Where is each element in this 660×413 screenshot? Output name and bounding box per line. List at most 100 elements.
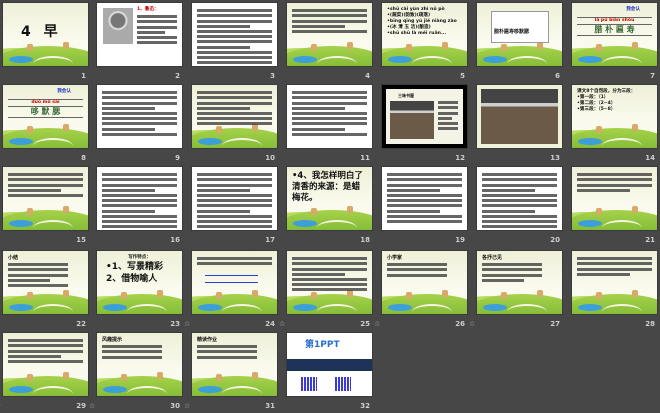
text-line bbox=[197, 225, 272, 229]
slide-thumbnail-3[interactable] bbox=[192, 3, 277, 66]
slide-content: 小结 bbox=[8, 255, 68, 289]
text-line bbox=[197, 50, 272, 54]
slide-thumbnail-22[interactable]: 小结 bbox=[3, 251, 88, 314]
slide-thumbnail-21[interactable] bbox=[572, 167, 657, 230]
slide-thumbnail-6[interactable]: 腊朴匾寿哆默腮 bbox=[477, 3, 562, 66]
path-decoration bbox=[33, 220, 73, 230]
slide-thumbnail-24[interactable] bbox=[192, 251, 277, 314]
path-decoration bbox=[317, 220, 357, 230]
slide-thumbnail-14[interactable]: 课文8个自然段，分为三段： •第一段：（1） •第二段：（2~4） •第三段：（5~8… bbox=[572, 85, 657, 148]
text-line bbox=[102, 355, 162, 359]
slide-thumbnail-28[interactable] bbox=[572, 251, 657, 314]
slide-number: 16 bbox=[170, 236, 180, 244]
pond-decoration bbox=[578, 56, 602, 63]
slide-thumbnail-20[interactable] bbox=[477, 167, 562, 230]
slide-thumbnail-23[interactable]: 写作特点： •1、写景精彩 2、借物喻人 bbox=[97, 251, 182, 314]
text-line bbox=[292, 101, 367, 105]
slide-content: •4、我怎样明白了清香的来源：是蜡梅花。 bbox=[292, 171, 367, 204]
text-line bbox=[197, 96, 272, 100]
slide-cell: 1、鲁迅： 2 bbox=[97, 3, 182, 83]
slide-content bbox=[577, 255, 652, 292]
slide-thumbnail-31[interactable]: 精读作业 bbox=[192, 333, 277, 396]
slide-cell: 28 bbox=[572, 251, 657, 331]
slide-content: •shū cài yùn zhì nǔ pò •(蔬菜)(韵致)(疏落) •bīng… bbox=[387, 7, 462, 37]
slide-content: 1、鲁迅： bbox=[137, 7, 177, 46]
text-line bbox=[102, 117, 177, 121]
slide-content bbox=[102, 89, 177, 138]
slide-thumbnail-8[interactable]: 我会认 duō mò sāi 哆 默 腮 bbox=[3, 85, 88, 148]
slide-cell: 10 bbox=[192, 85, 277, 165]
text-line bbox=[102, 350, 162, 354]
slide-thumbnail-5[interactable]: •shū cài yùn zhì nǔ pò •(蔬菜)(韵致)(疏落) •bīng… bbox=[382, 3, 467, 66]
slide-content bbox=[197, 171, 272, 230]
slide-thumbnail-19[interactable] bbox=[382, 167, 467, 230]
slide-thumbnail-29[interactable] bbox=[3, 333, 88, 396]
text-line bbox=[197, 193, 272, 197]
text-line bbox=[292, 19, 367, 23]
slide-number: 26 bbox=[455, 320, 465, 328]
slide-thumbnail-16[interactable] bbox=[97, 167, 182, 230]
slide-thumbnail-9[interactable] bbox=[97, 85, 182, 148]
transition-star-icon[interactable]: ☆ bbox=[89, 402, 95, 410]
text-line bbox=[197, 19, 272, 23]
transition-star-icon[interactable]: ☆ bbox=[374, 320, 380, 328]
transition-star-icon[interactable]: ☆ bbox=[279, 320, 285, 328]
pond-decoration bbox=[483, 56, 507, 63]
slide-thumbnail-26[interactable]: 小学家 bbox=[382, 251, 467, 314]
text-line bbox=[137, 15, 177, 19]
slide-thumbnail-4[interactable] bbox=[287, 3, 372, 66]
slide-text-item: •1、写景精彩 bbox=[106, 262, 164, 272]
slide-thumbnail-12[interactable]: 三味书屋 bbox=[382, 85, 467, 148]
slide-thumbnail-7[interactable]: 我会认 là pǔ biǎn shòu 腊 朴 匾 寿 bbox=[572, 3, 657, 66]
text-line bbox=[197, 45, 250, 49]
slide-thumbnail-25[interactable] bbox=[287, 251, 372, 314]
deer-decoration bbox=[501, 292, 507, 299]
slide-thumbnail-11[interactable] bbox=[287, 85, 372, 148]
text-line bbox=[8, 183, 83, 187]
word-box: 腊朴匾寿哆默腮 bbox=[491, 11, 549, 43]
slide-heading: 1、鲁迅： bbox=[137, 7, 159, 12]
slide-thumbnail-32[interactable]: 第1PPT bbox=[287, 333, 372, 396]
slide-number: 29 bbox=[76, 402, 86, 410]
text-line bbox=[387, 173, 462, 177]
deer-decoration bbox=[157, 290, 163, 297]
pond-decoration bbox=[483, 304, 507, 311]
slide-thumbnail-2[interactable]: 1、鲁迅： bbox=[97, 3, 182, 66]
text-line bbox=[197, 111, 272, 115]
text-line bbox=[8, 263, 68, 267]
slide-number: 30 bbox=[170, 402, 180, 410]
text-line bbox=[292, 91, 367, 95]
transition-star-icon[interactable]: ☆ bbox=[184, 320, 190, 328]
slide-thumbnail-18[interactable]: •4、我怎样明白了清香的来源：是蜡梅花。 bbox=[287, 167, 372, 230]
slide-cell: 3 bbox=[192, 3, 277, 83]
text-line bbox=[197, 209, 250, 213]
slide-cell: 我会认 duō mò sāi 哆 默 腮 8 bbox=[3, 85, 88, 165]
text-line bbox=[387, 199, 462, 203]
slide-cell: 精读作业 ☆ 31 bbox=[184, 333, 277, 413]
slide-content bbox=[292, 89, 367, 138]
slide-thumbnail-17[interactable] bbox=[192, 167, 277, 230]
characters-row: 哆 默 腮 bbox=[8, 106, 83, 118]
transition-star-icon[interactable]: ☆ bbox=[0, 402, 1, 410]
slide-thumbnail-30[interactable]: 风趣提示 bbox=[97, 333, 182, 396]
slide-thumbnail-15[interactable] bbox=[3, 167, 88, 230]
slide-thumbnail-1[interactable]: 4 早 bbox=[3, 3, 88, 66]
text-line bbox=[8, 188, 61, 192]
text-line bbox=[102, 111, 177, 115]
slide-text-item: •shū shū là méi ruǎn... bbox=[387, 31, 447, 36]
pond-decoration bbox=[198, 386, 222, 393]
pinyin-row: duō mò sāi bbox=[8, 99, 83, 106]
slide-thumbnail-13[interactable] bbox=[477, 85, 562, 148]
slide-number: 32 bbox=[360, 402, 370, 410]
text-line bbox=[102, 225, 177, 229]
slide-thumbnail-10[interactable] bbox=[192, 85, 277, 148]
ad-logo: 第1PPT bbox=[305, 340, 340, 350]
slide-content: 我会认 là pǔ biǎn shòu 腊 朴 匾 寿 bbox=[577, 7, 652, 36]
pond-decoration bbox=[103, 386, 127, 393]
transition-star-icon[interactable]: ☆ bbox=[469, 320, 475, 328]
text-line bbox=[577, 272, 630, 276]
text-line bbox=[197, 350, 257, 354]
slide-thumbnail-27[interactable]: 各抒己见 bbox=[477, 251, 562, 314]
slide-content: 写作特点： •1、写景精彩 2、借物喻人 bbox=[102, 255, 177, 285]
transition-star-icon[interactable]: ☆ bbox=[184, 402, 190, 410]
